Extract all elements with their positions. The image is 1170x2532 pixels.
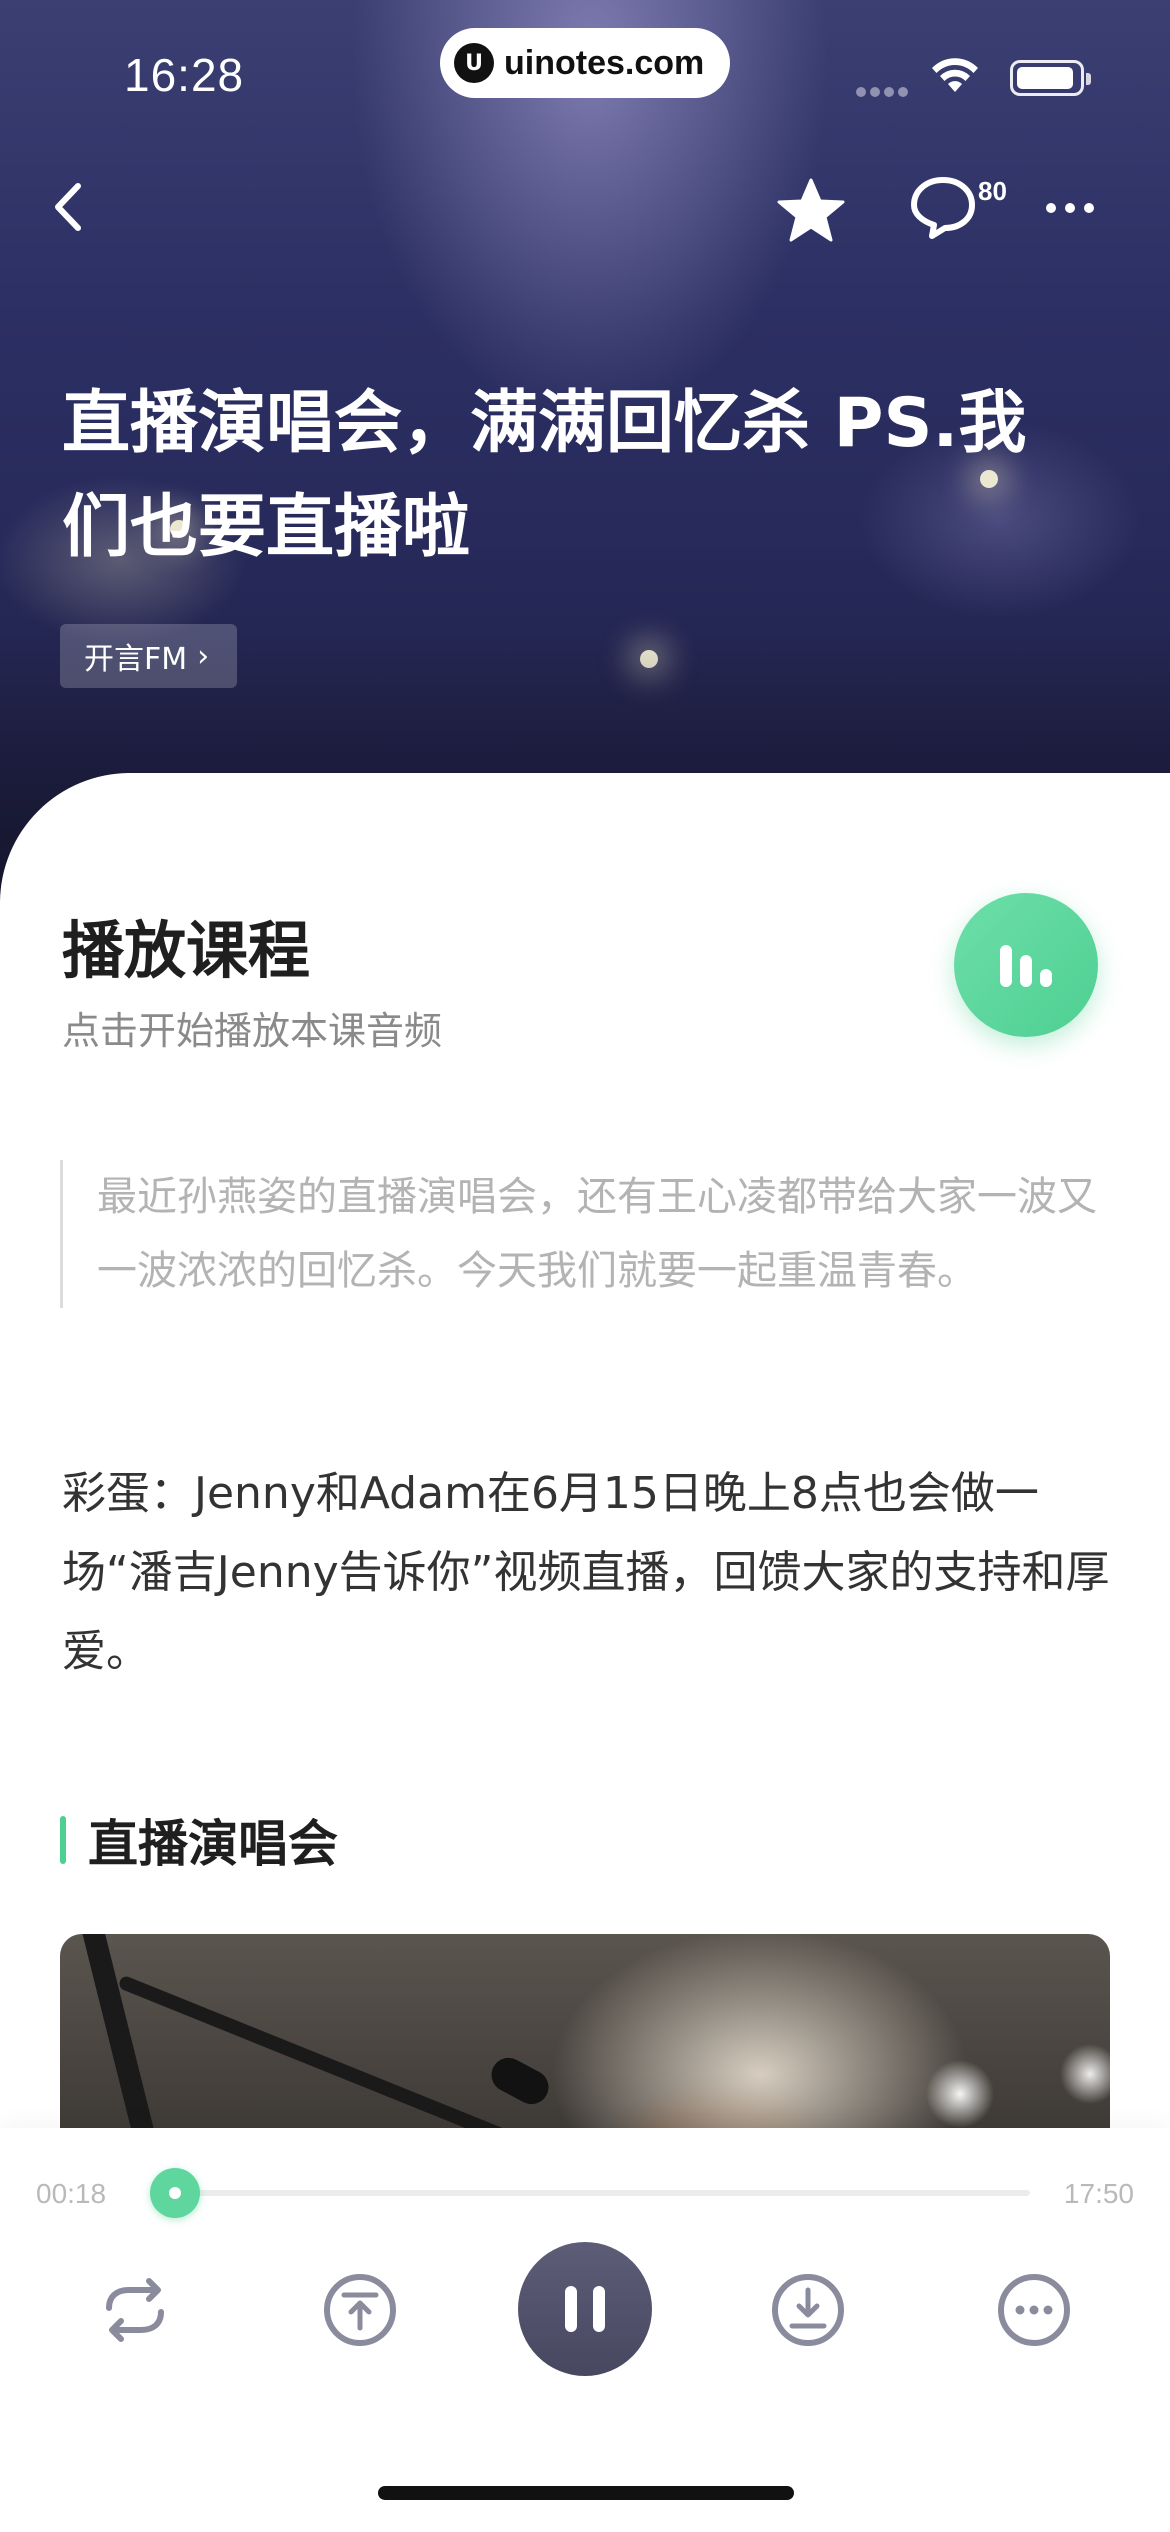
home-indicator	[378, 2486, 794, 2500]
channel-tag[interactable]: 开言FM ›	[60, 624, 238, 688]
pause-button[interactable]	[518, 2242, 652, 2376]
section-heading: 直播演唱会	[60, 1810, 338, 1873]
mic-stand	[80, 1934, 160, 2134]
status-time: 16:28	[124, 49, 245, 101]
audio-play-button[interactable]	[954, 893, 1098, 1037]
url-text: uinotes.com	[504, 43, 705, 82]
comment-icon[interactable]	[908, 172, 978, 242]
current-time: 00:18	[36, 2178, 107, 2209]
article-title: 直播演唱会，满满回忆杀 PS.我们也要直播啦	[62, 384, 1027, 567]
section-title: 直播演唱会	[88, 1815, 338, 1873]
site-logo-icon: U	[454, 43, 494, 83]
previous-icon[interactable]	[320, 2270, 400, 2350]
back-icon[interactable]	[46, 174, 90, 240]
accent-bar	[60, 1816, 66, 1864]
body-paragraph: 彩蛋：Jenny和Adam在6月15日晚上8点也会做一场“潘吉Jenny告诉你”…	[62, 1468, 1110, 1677]
quote-block: 最近孙燕姿的直播演唱会，还有王心凌都带给大家一波又一波浓浓的回忆杀。今天我们就要…	[60, 1160, 1110, 1308]
total-time: 17:50	[1063, 2178, 1134, 2209]
repeat-icon[interactable]	[95, 2270, 175, 2350]
channel-tag-label: 开言FM	[84, 642, 188, 677]
course-subheading: 点击开始播放本课音频	[62, 1009, 443, 1053]
chevron-right-icon: ›	[197, 638, 210, 674]
url-pill[interactable]: U uinotes.com	[440, 28, 730, 98]
more-menu-icon[interactable]	[1046, 198, 1103, 217]
microphone	[485, 2051, 555, 2111]
progress-track[interactable]	[160, 2190, 1030, 2196]
favorite-star-icon[interactable]	[776, 176, 846, 246]
concert-photo[interactable]	[60, 1934, 1110, 2134]
comment-count: 80	[978, 176, 1007, 206]
wifi-icon	[932, 58, 978, 92]
download-icon[interactable]	[768, 2270, 848, 2350]
course-heading: 播放课程	[62, 914, 311, 987]
cellular-signal-icon	[856, 82, 914, 97]
more-options-icon[interactable]	[994, 2270, 1074, 2350]
battery-icon	[1010, 60, 1091, 96]
pause-icon	[565, 2286, 577, 2332]
progress-knob[interactable]	[149, 2168, 200, 2218]
mic-arm	[117, 1974, 513, 2134]
